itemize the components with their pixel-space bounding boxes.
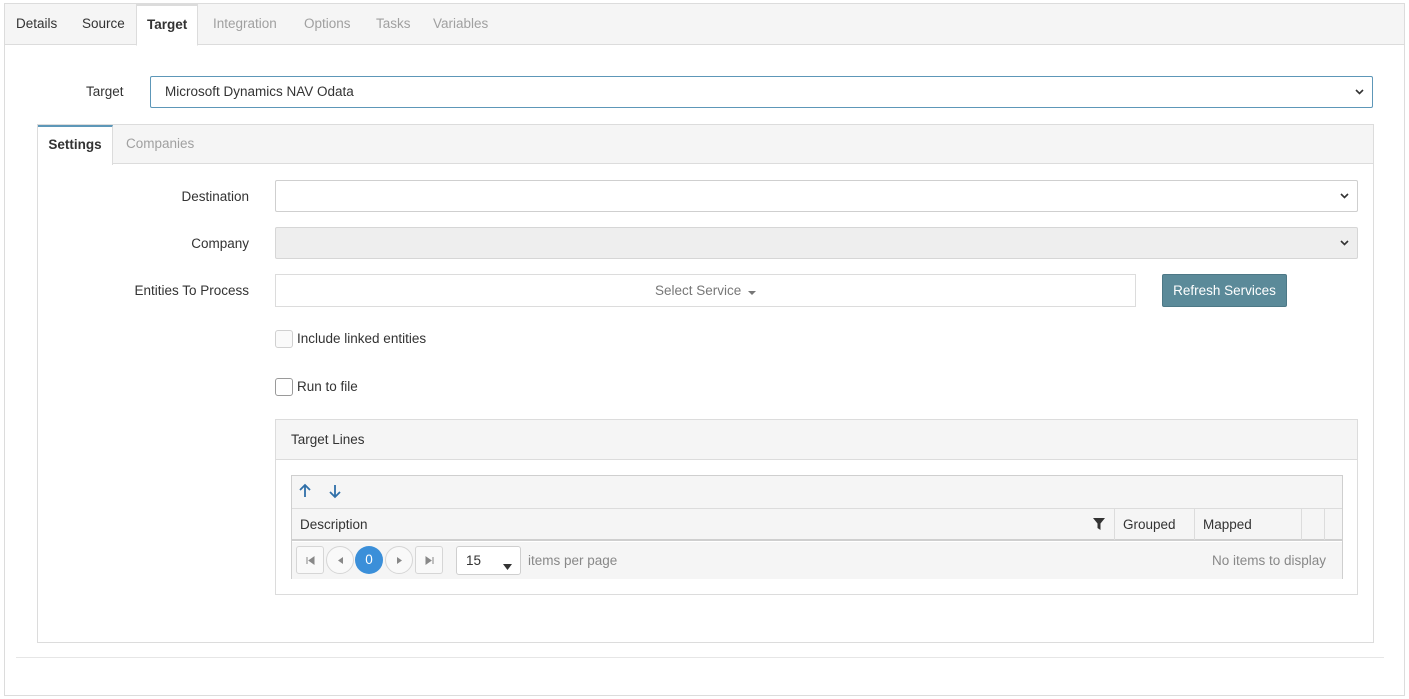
target-select-value: Microsoft Dynamics NAV Odata: [165, 84, 354, 99]
main-tabbar: Details Source Target Integration Option…: [5, 4, 1404, 46]
chevron-down-icon: [1355, 88, 1364, 96]
include-linked-checkbox[interactable]: [275, 330, 293, 348]
settings-tabbar: Settings Companies: [38, 125, 1373, 165]
pager-last-button[interactable]: [415, 546, 443, 574]
no-items-text: No items to display: [1211, 553, 1326, 568]
tab-details[interactable]: Details: [16, 4, 57, 45]
target-select[interactable]: Microsoft Dynamics NAV Odata: [150, 76, 1373, 108]
subtab-companies[interactable]: Companies: [126, 125, 194, 164]
tab-tasks[interactable]: Tasks: [376, 4, 411, 45]
select-service-placeholder: Select Service: [654, 283, 742, 298]
tab-source[interactable]: Source: [82, 4, 125, 45]
select-service-dropdown[interactable]: Select Service: [275, 274, 1136, 307]
caret-down-icon: [503, 558, 512, 573]
company-select[interactable]: [275, 227, 1358, 259]
run-to-file-label: Run to file: [297, 379, 358, 394]
pager-current-page[interactable]: 0: [355, 546, 383, 574]
grid-pager: 0 15 items per page No items to display: [292, 542, 1342, 579]
destination-label: Destination: [181, 189, 249, 204]
subtab-settings[interactable]: Settings: [38, 125, 113, 165]
chevron-down-icon: [1340, 192, 1349, 200]
move-up-icon[interactable]: [298, 483, 314, 501]
column-mapped[interactable]: Mapped: [1195, 509, 1302, 540]
chevron-down-icon: [1340, 239, 1349, 247]
target-settings-panel: Settings Companies Destination Company E…: [37, 124, 1374, 643]
column-description[interactable]: Description: [292, 509, 1115, 540]
company-label: Company: [191, 236, 249, 251]
page-size-select[interactable]: 15: [456, 546, 521, 575]
page-size-value: 15: [466, 553, 482, 568]
target-lines-card: Target Lines Description Grouped Mapped …: [275, 419, 1358, 595]
destination-select[interactable]: [275, 180, 1358, 212]
move-down-icon[interactable]: [328, 483, 344, 501]
tab-integration[interactable]: Integration: [213, 4, 277, 45]
pager-prev-button[interactable]: [326, 546, 354, 574]
include-linked-label: Include linked entities: [297, 331, 427, 346]
target-label: Target: [86, 84, 124, 99]
column-description-label: Description: [300, 517, 368, 532]
tab-target[interactable]: Target: [136, 4, 199, 46]
caret-down-icon: [748, 276, 757, 307]
entities-label: Entities To Process: [134, 283, 249, 298]
pager-first-button[interactable]: [296, 546, 324, 574]
column-grouped[interactable]: Grouped: [1115, 509, 1195, 540]
target-lines-title: Target Lines: [276, 420, 1357, 460]
tab-variables[interactable]: Variables: [433, 4, 488, 45]
footer-divider: [16, 657, 1384, 658]
grid-header: Description Grouped Mapped: [292, 509, 1342, 541]
run-to-file-checkbox[interactable]: [275, 378, 293, 396]
tab-options[interactable]: Options: [304, 4, 351, 45]
refresh-services-button[interactable]: Refresh Services: [1162, 274, 1287, 307]
pager-next-button[interactable]: [385, 546, 413, 574]
items-per-page-label: items per page: [528, 553, 618, 568]
job-editor: Details Source Target Integration Option…: [4, 3, 1405, 696]
grid-toolbar: [292, 476, 1342, 509]
target-lines-grid: Description Grouped Mapped 0 15 items pe…: [291, 475, 1343, 579]
column-actions: [1302, 509, 1325, 540]
filter-icon[interactable]: [1093, 518, 1105, 531]
